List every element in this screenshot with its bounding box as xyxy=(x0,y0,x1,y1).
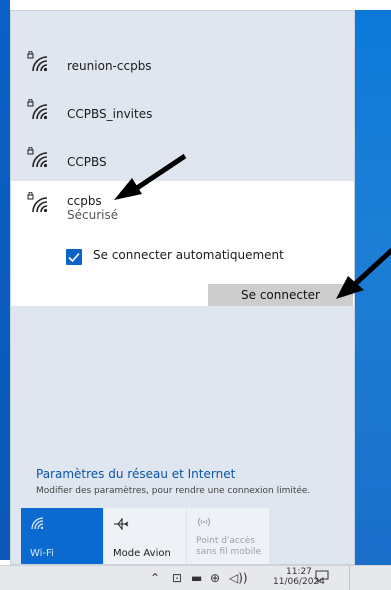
taskbar: ⌃ ⊡ ▬ ⊕ ◁)) 11:27 11/06/2024 xyxy=(0,565,391,590)
battery-icon[interactable]: ▬ xyxy=(191,571,202,585)
show-desktop-divider xyxy=(349,566,350,590)
auto-connect-checkbox[interactable] xyxy=(66,249,82,265)
airplane-tile-label: Mode Avion xyxy=(113,548,171,559)
checkmark-icon xyxy=(68,252,80,263)
secured-wifi-icon xyxy=(27,192,48,213)
hotspot-label-line1: Point d'accès xyxy=(196,536,256,546)
speaker-icon[interactable]: ◁)) xyxy=(229,571,248,585)
wifi-icon xyxy=(31,517,44,530)
network-name: ccpbs xyxy=(67,194,102,208)
connect-button[interactable]: Se connecter xyxy=(208,284,353,306)
auto-connect-label[interactable]: Se connecter automatiquement xyxy=(93,248,284,262)
chevron-up-icon[interactable]: ⌃ xyxy=(150,571,160,585)
network-name: reunion-ccpbs xyxy=(67,59,152,73)
desktop-background-right xyxy=(355,10,391,565)
network-name: CCPBS_invites xyxy=(67,107,153,121)
network-flyout: reunion-ccpbs CCPBS_invites CCPBS ccpbs … xyxy=(10,10,355,565)
network-settings-subtitle: Modifier des paramètres, pour rendre une… xyxy=(36,486,311,496)
mobile-hotspot-tile[interactable]: Point d'accès sans fil mobile xyxy=(187,508,269,564)
desktop-background-left xyxy=(0,0,10,560)
hotspot-label-line2: sans fil mobile xyxy=(196,547,262,557)
network-item-ccpbs-selected[interactable]: ccpbs Sécurisé Se connecter automatiquem… xyxy=(11,181,354,306)
secured-wifi-icon xyxy=(27,147,48,168)
network-item-ccpbs-invites[interactable]: CCPBS_invites xyxy=(11,84,354,132)
wifi-tile-label: Wi-Fi xyxy=(30,548,54,559)
airplane-mode-tile[interactable]: Mode Avion xyxy=(104,508,186,564)
wifi-toggle-tile[interactable]: Wi-Fi xyxy=(21,508,103,564)
notification-icon[interactable] xyxy=(315,570,329,583)
network-security-status: Sécurisé xyxy=(67,208,119,222)
network-item-reunion-ccpbs[interactable]: reunion-ccpbs xyxy=(11,36,354,84)
hotspot-tile-label: Point d'accès sans fil mobile xyxy=(196,536,261,558)
airplane-icon xyxy=(114,518,129,530)
globe-network-icon[interactable]: ⊕ xyxy=(210,571,220,585)
secured-wifi-icon xyxy=(27,99,48,120)
device-icon[interactable]: ⊡ xyxy=(172,571,182,585)
network-settings-link[interactable]: Paramètres du réseau et Internet xyxy=(36,467,235,481)
secured-wifi-icon xyxy=(27,51,48,72)
network-item-ccpbs-upper[interactable]: CCPBS xyxy=(11,132,354,180)
network-name: CCPBS xyxy=(67,155,107,169)
hotspot-icon xyxy=(198,517,210,527)
